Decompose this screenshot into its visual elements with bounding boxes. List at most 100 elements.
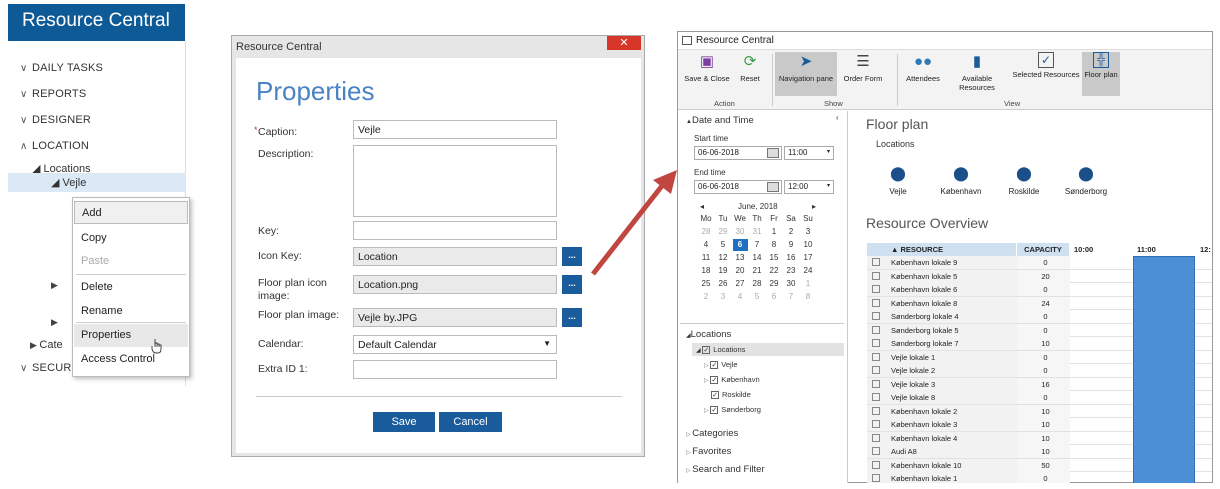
reset-button[interactable]: ⟳ Reset bbox=[735, 52, 765, 83]
row-checkbox[interactable] bbox=[872, 406, 880, 415]
selected-timeslot[interactable] bbox=[1133, 256, 1195, 483]
calendar-day[interactable]: 21 bbox=[749, 266, 765, 275]
calendar-day[interactable]: 25 bbox=[698, 279, 714, 288]
calendar-day[interactable]: 24 bbox=[800, 266, 816, 275]
calendar-day[interactable]: 22 bbox=[766, 266, 782, 275]
extra-id-field[interactable] bbox=[353, 360, 557, 379]
prev-month-icon[interactable]: ◂ bbox=[700, 202, 704, 211]
calendar-day[interactable]: 28 bbox=[698, 227, 714, 236]
column-header-resource[interactable]: ▲ RESOURCE bbox=[867, 243, 1017, 256]
row-checkbox[interactable] bbox=[872, 420, 880, 428]
calendar-select[interactable]: Default Calendar ▼ bbox=[353, 335, 557, 354]
location-pin-sonderborg[interactable]: ⬤ Sønderborg bbox=[1062, 165, 1110, 196]
menu-item-access-control[interactable]: Access Control bbox=[74, 348, 188, 371]
calendar-day[interactable]: 4 bbox=[698, 240, 714, 249]
row-checkbox[interactable] bbox=[872, 312, 880, 320]
calendar-day[interactable]: 31 bbox=[749, 227, 765, 236]
calendar-day[interactable]: 4 bbox=[732, 292, 748, 301]
calendar-day[interactable]: 26 bbox=[715, 279, 731, 288]
calendar-day[interactable]: 6 bbox=[732, 240, 748, 249]
calendar-day[interactable]: 5 bbox=[749, 292, 765, 301]
row-checkbox[interactable] bbox=[872, 258, 880, 266]
locations-header[interactable]: ◢Locations bbox=[686, 329, 731, 340]
row-checkbox[interactable] bbox=[872, 393, 880, 401]
calendar-day[interactable]: 20 bbox=[732, 266, 748, 275]
start-date-field[interactable]: 06-06-2018 bbox=[694, 146, 782, 160]
floor-plan-icon-browse-button[interactable]: ... bbox=[562, 275, 582, 294]
row-checkbox[interactable] bbox=[872, 379, 880, 388]
location-pin-vejle[interactable]: ⬤ Vejle bbox=[885, 165, 911, 196]
calendar-day[interactable]: 14 bbox=[749, 253, 765, 262]
tree-item-kobenhavn[interactable]: ▷ ✓ København bbox=[704, 375, 760, 385]
calendar-day[interactable]: 13 bbox=[732, 253, 748, 262]
calendar-day[interactable]: 2 bbox=[783, 227, 799, 236]
menu-item-add[interactable]: Add bbox=[74, 201, 188, 224]
menu-item-copy[interactable]: Copy bbox=[74, 227, 188, 250]
calendar-day[interactable]: 9 bbox=[783, 240, 799, 249]
expand-arrow-icon[interactable]: ▶ bbox=[51, 280, 58, 291]
nav-section-daily-tasks[interactable]: ∨ DAILY TASKS bbox=[20, 62, 103, 74]
calendar-day[interactable]: 5 bbox=[715, 240, 731, 249]
row-checkbox[interactable] bbox=[872, 352, 880, 361]
calendar-day[interactable]: 1 bbox=[800, 279, 816, 288]
date-time-header[interactable]: ▲Date and Time bbox=[686, 115, 754, 126]
cancel-button[interactable]: Cancel bbox=[439, 412, 502, 432]
row-checkbox[interactable] bbox=[872, 339, 880, 347]
checkbox-checked[interactable]: ✓ bbox=[710, 406, 719, 415]
start-time-field[interactable]: 11:00 ▾ bbox=[784, 146, 834, 160]
row-checkbox[interactable] bbox=[872, 285, 880, 293]
row-checkbox[interactable] bbox=[872, 433, 880, 442]
key-field[interactable] bbox=[353, 221, 557, 240]
floor-plan-image-browse-button[interactable]: ... bbox=[562, 308, 582, 327]
row-checkbox[interactable] bbox=[872, 460, 880, 469]
row-checkbox[interactable] bbox=[872, 366, 880, 374]
calendar-day[interactable]: 30 bbox=[732, 227, 748, 236]
calendar-day[interactable]: 6 bbox=[766, 292, 782, 301]
nav-section-reports[interactable]: ∨ REPORTS bbox=[20, 88, 86, 100]
close-button[interactable]: ✕ bbox=[607, 36, 641, 50]
calendar-day[interactable]: 19 bbox=[715, 266, 731, 275]
calendar-day[interactable]: 18 bbox=[698, 266, 714, 275]
selected-resources-button[interactable]: ✓ Selected Resources bbox=[1012, 52, 1080, 79]
save-button[interactable]: Save bbox=[373, 412, 435, 432]
checkbox-checked[interactable]: ✓ bbox=[702, 346, 711, 355]
calendar-day[interactable]: 17 bbox=[800, 253, 816, 262]
menu-item-delete[interactable]: Delete bbox=[74, 276, 188, 299]
row-checkbox[interactable] bbox=[872, 447, 880, 455]
row-checkbox[interactable] bbox=[872, 271, 880, 280]
calendar-day[interactable]: 8 bbox=[800, 292, 816, 301]
calendar-day[interactable]: 10 bbox=[800, 240, 816, 249]
calendar-day[interactable]: 2 bbox=[698, 292, 714, 301]
icon-key-field[interactable]: Location bbox=[353, 247, 557, 266]
column-header-capacity[interactable]: CAPACITY bbox=[1017, 243, 1070, 256]
calendar-day[interactable]: 7 bbox=[783, 292, 799, 301]
icon-key-browse-button[interactable]: ... bbox=[562, 247, 582, 266]
nav-section-designer[interactable]: ∨ DESIGNER bbox=[20, 114, 91, 126]
attendees-button[interactable]: ●● Attendees bbox=[903, 52, 943, 83]
calendar-day[interactable]: 7 bbox=[749, 240, 765, 249]
tree-item-locations[interactable]: ◢ ✓ Locations bbox=[696, 345, 745, 355]
available-resources-button[interactable]: ▮ Available Resources bbox=[952, 52, 1002, 92]
calendar-day[interactable]: 1 bbox=[766, 227, 782, 236]
nav-section-security[interactable]: ∨ SECUR bbox=[20, 362, 72, 374]
calendar-day[interactable]: 28 bbox=[749, 279, 765, 288]
search-filter-section[interactable]: ▷ Search and Filter bbox=[686, 464, 765, 475]
collapse-pane-icon[interactable]: ‹ bbox=[836, 113, 839, 122]
tree-item-roskilde[interactable]: ✓ Roskilde bbox=[711, 390, 751, 400]
row-checkbox[interactable] bbox=[872, 298, 880, 307]
calendar-day[interactable]: 23 bbox=[783, 266, 799, 275]
checkbox-checked[interactable]: ✓ bbox=[710, 376, 719, 385]
location-pin-roskilde[interactable]: ⬤ Roskilde bbox=[1006, 165, 1042, 196]
order-form-button[interactable]: ☰ Order Form bbox=[840, 52, 886, 83]
next-month-icon[interactable]: ▸ bbox=[812, 202, 816, 211]
calendar-day[interactable]: 16 bbox=[783, 253, 799, 262]
calendar-day[interactable]: 11 bbox=[698, 253, 714, 262]
row-checkbox[interactable] bbox=[872, 325, 880, 334]
checkbox-checked[interactable]: ✓ bbox=[711, 391, 719, 400]
save-close-button[interactable]: ▣ Save & Close bbox=[684, 52, 730, 83]
navigation-pane-toggle[interactable]: ➤ Navigation pane bbox=[775, 52, 837, 96]
location-pin-kobenhavn[interactable]: ⬤ København bbox=[937, 165, 985, 196]
nav-section-location[interactable]: ∧ LOCATION bbox=[20, 140, 89, 152]
end-date-field[interactable]: 06-06-2018 bbox=[694, 180, 782, 194]
tree-item-sonderborg[interactable]: ▷ ✓ Sønderborg bbox=[704, 405, 761, 415]
